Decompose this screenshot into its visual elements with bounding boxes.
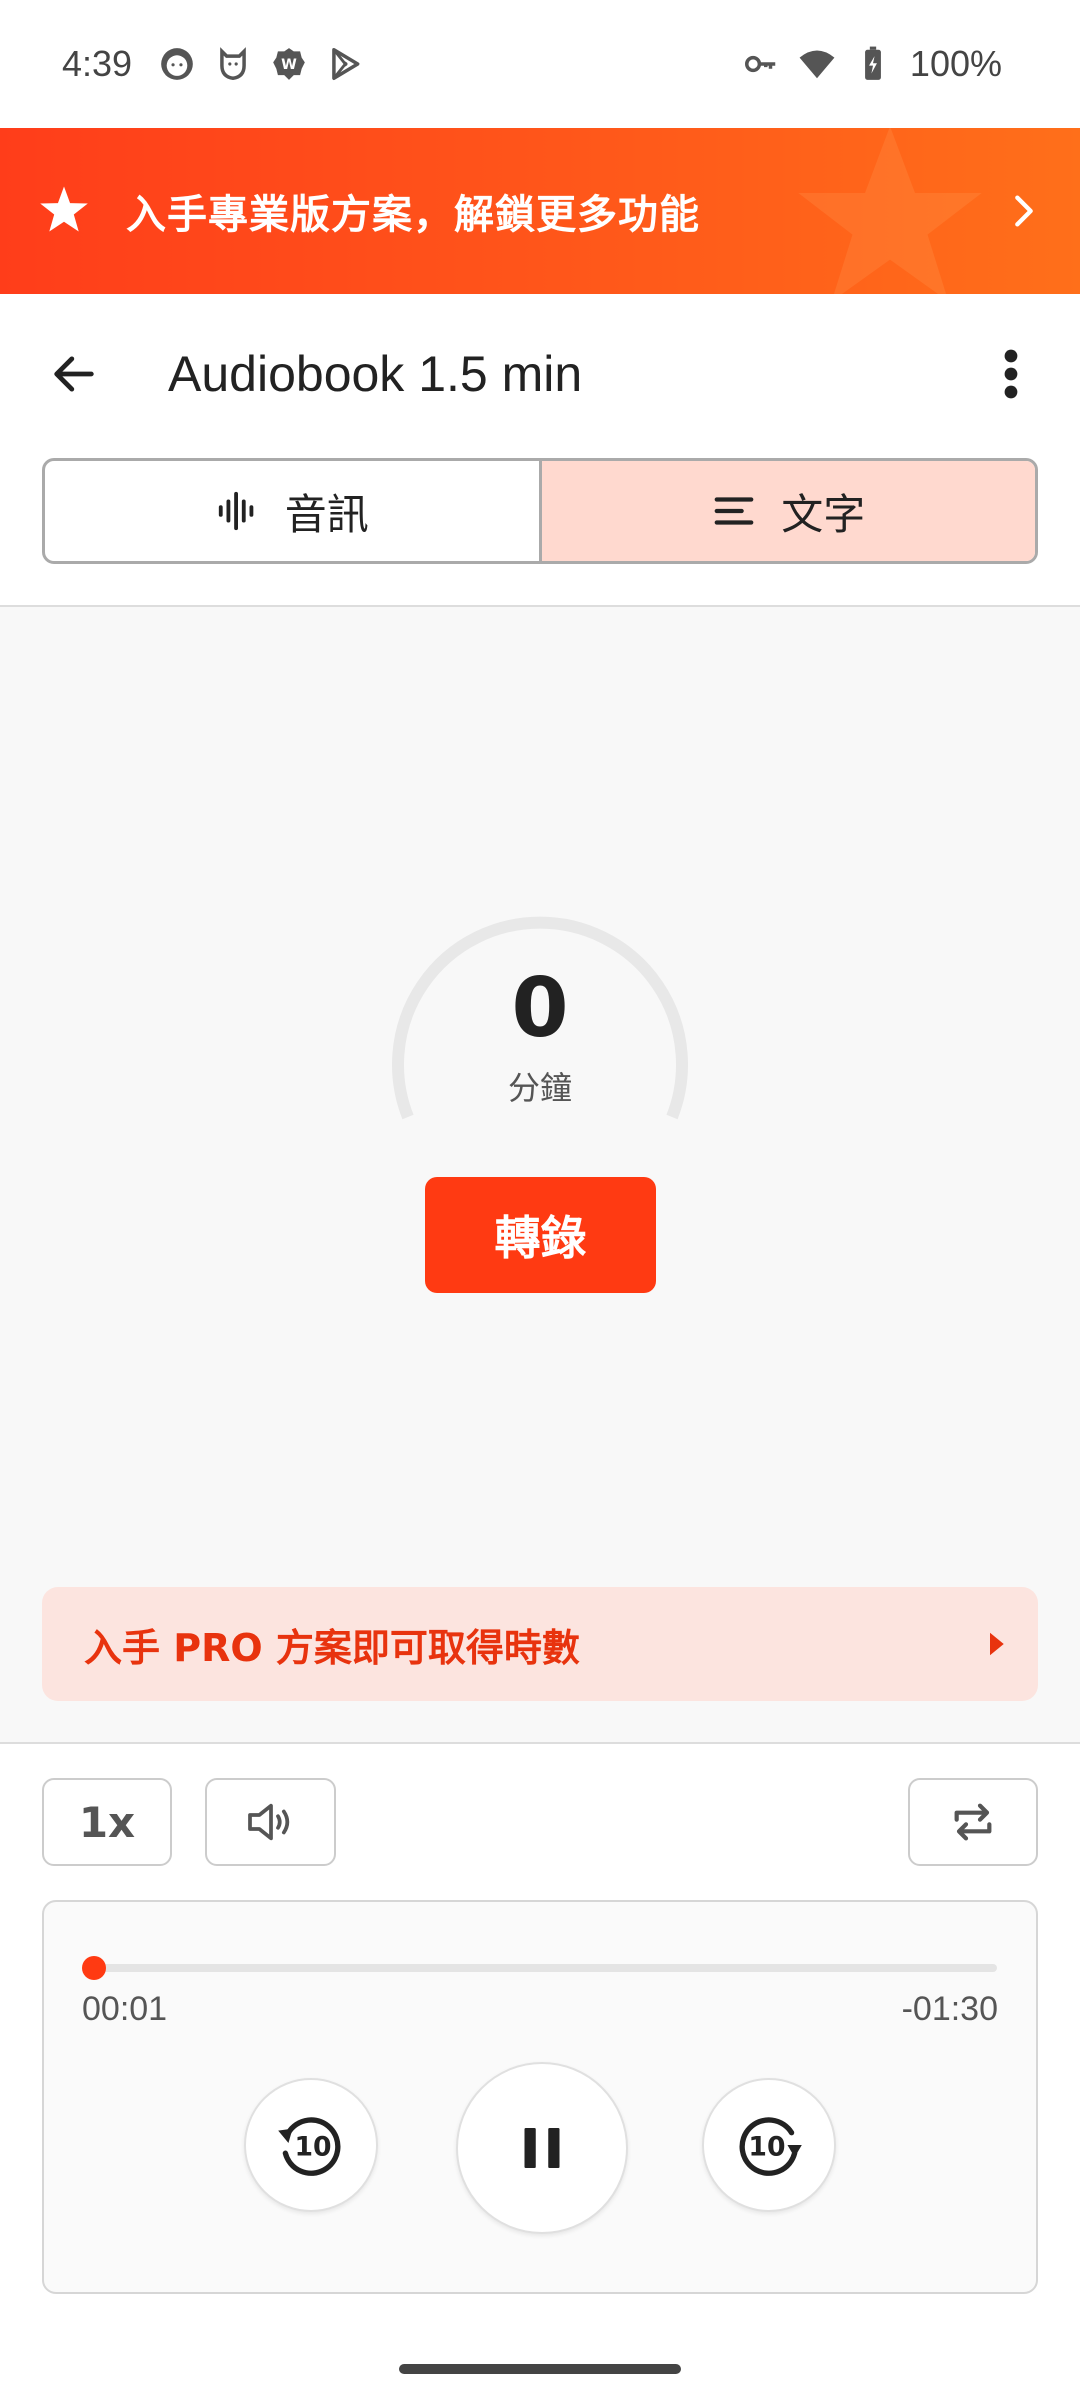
- background-star-icon: [798, 128, 982, 294]
- playback-speed-button[interactable]: 1x: [42, 1778, 172, 1866]
- arrow-back-icon: [54, 356, 94, 392]
- minutes-gauge: 0 分鐘: [390, 897, 690, 1157]
- get-pro-hours-banner[interactable]: 入手 PRO 方案即可取得時數: [42, 1587, 1038, 1701]
- repeat-button[interactable]: [908, 1778, 1038, 1866]
- transcribe-button[interactable]: 轉錄: [425, 1177, 656, 1293]
- transcript-area: 0 分鐘 轉錄 入手 PRO 方案即可取得時數: [0, 607, 1080, 1742]
- forward-10-icon: 10: [739, 2117, 802, 2176]
- upgrade-promo-banner[interactable]: 入手專業版方案，解鎖更多功能: [0, 128, 1080, 294]
- time-remaining: -01:30: [901, 1990, 998, 2028]
- player-card: 00:01 -01:30 10 10: [42, 1900, 1038, 2294]
- tab-audio[interactable]: 音訊: [45, 461, 539, 561]
- forward-seconds: 10: [748, 2131, 785, 2162]
- pause-button[interactable]: [456, 2062, 628, 2234]
- rewind-10-button[interactable]: 10: [244, 2078, 378, 2212]
- view-tabs: 音訊 文字: [42, 458, 1038, 564]
- wifi-icon: [798, 45, 836, 83]
- volume-button[interactable]: [205, 1778, 336, 1866]
- battery-percent: 100%: [909, 43, 1002, 84]
- seek-bar[interactable]: [82, 1956, 997, 1980]
- more-vert-icon: [1004, 349, 1018, 399]
- status-left: 4:39 W: [62, 43, 364, 85]
- pause-icon: [524, 2128, 560, 2168]
- svg-text:W: W: [281, 57, 297, 73]
- status-time: 4:39: [62, 43, 133, 84]
- star-icon: [40, 186, 88, 232]
- home-indicator[interactable]: [399, 2364, 681, 2374]
- forward-10-button[interactable]: 10: [702, 2078, 836, 2212]
- status-right: 100%: [742, 43, 1002, 85]
- minutes-value: 0: [511, 961, 569, 1056]
- vpn-key-icon: [742, 45, 780, 83]
- seek-thumb[interactable]: [82, 1956, 107, 1980]
- arrow-right-icon: [990, 1632, 1004, 1656]
- status-bar: 4:39 W 100%: [0, 0, 1080, 128]
- tab-text-label: 文字: [781, 489, 866, 539]
- text-lines-icon: [714, 497, 754, 525]
- replay-10-icon: 10: [278, 2117, 341, 2176]
- tab-text[interactable]: 文字: [538, 461, 1035, 561]
- pro-hours-text: 入手 PRO 方案即可取得時數: [84, 1625, 580, 1670]
- shield-cat-icon: [214, 45, 252, 83]
- repeat-icon: [954, 1803, 992, 1841]
- controls-divider: [0, 1742, 1080, 1744]
- app-bar: Audiobook 1.5 min: [0, 294, 1080, 454]
- page-title: Audiobook 1.5 min: [168, 346, 583, 402]
- volume-icon: [247, 1803, 289, 1841]
- app-screen: 4:39 W 100% 入手專業版方案，解鎖更多功能 Audiobook 1.5…: [0, 0, 1080, 2400]
- status-badge-icon: W: [270, 45, 308, 83]
- more-options-button[interactable]: [986, 344, 1036, 404]
- cat-face-icon: [158, 45, 196, 83]
- chevron-right-icon: [1015, 195, 1033, 227]
- back-button[interactable]: [44, 344, 104, 404]
- time-elapsed: 00:01: [82, 1990, 168, 2028]
- play-store-icon: [326, 45, 364, 83]
- rewind-seconds: 10: [295, 2131, 332, 2162]
- battery-charging-icon: [854, 45, 892, 83]
- waveform-icon: [218, 491, 254, 531]
- tab-audio-label: 音訊: [284, 489, 369, 539]
- minutes-unit: 分鐘: [507, 1069, 572, 1107]
- playback-options: 1x: [42, 1778, 1038, 1866]
